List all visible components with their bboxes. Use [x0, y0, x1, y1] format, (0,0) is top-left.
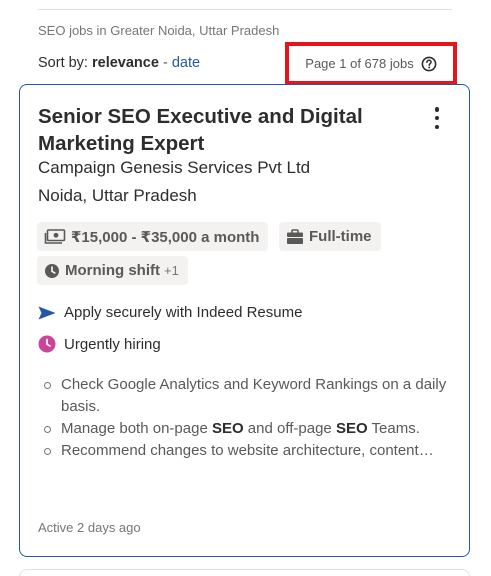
page-count: Page 1 of 678 jobs	[285, 42, 457, 85]
job-card[interactable]: Senior SEO Executive and Digital Marketi…	[19, 84, 470, 557]
snippet-item: Manage both on-page SEO and off-page SEO…	[42, 418, 452, 440]
sort-date-link[interactable]: date	[172, 55, 200, 71]
kebab-dot	[434, 115, 440, 121]
next-job-card[interactable]	[19, 569, 470, 576]
job-title[interactable]: Senior SEO Executive and Digital Marketi…	[38, 103, 408, 157]
question-circle-icon[interactable]	[421, 56, 437, 72]
snippet-item: Check Google Analytics and Keyword Ranki…	[42, 374, 452, 418]
page-count-text: Page 1 of 678 jobs	[305, 56, 414, 71]
sort-relevance: relevance	[92, 55, 159, 71]
salary-chip: ₹15,000 - ₹35,000 a month	[37, 222, 269, 251]
job-type-chip: Full-time	[279, 222, 381, 251]
urgent-feature: Urgently hiring	[38, 335, 161, 353]
money-icon	[44, 228, 66, 244]
posted-date: Active 2 days ago	[38, 520, 141, 535]
sort-label: Sort by:	[38, 55, 88, 71]
clock-badge-icon	[38, 335, 56, 353]
snippet-item: Recommend changes to website architectur…	[42, 440, 452, 462]
sort-separator: -	[162, 55, 168, 71]
company-name: Campaign Genesis Services Pvt Ltd	[38, 158, 311, 177]
clock-icon	[45, 263, 59, 278]
apply-text: Apply securely with Indeed Resume	[64, 304, 303, 321]
sort-controls: Sort by: relevance - date	[38, 55, 200, 71]
apply-feature: Apply securely with Indeed Resume	[38, 304, 302, 321]
send-arrow-icon	[38, 306, 56, 319]
salary-text: ₹15,000 - ₹35,000 a month	[71, 228, 260, 246]
top-divider	[38, 9, 452, 10]
shift-chip[interactable]: Morning shift +1	[37, 256, 188, 285]
job-snippet: Check Google Analytics and Keyword Ranki…	[42, 374, 452, 462]
urgent-text: Urgently hiring	[64, 335, 161, 353]
shift-extra-count: +1	[163, 263, 179, 278]
job-location: Noida, Uttar Pradesh	[38, 186, 197, 205]
job-type-text: Full-time	[309, 228, 372, 245]
results-subtitle: SEO jobs in Greater Noida, Uttar Pradesh	[38, 23, 280, 38]
shift-text: Morning shift	[65, 262, 160, 279]
briefcase-icon	[287, 228, 303, 244]
kebab-menu-icon[interactable]	[427, 105, 447, 131]
kebab-dot	[434, 107, 440, 112]
kebab-dot	[434, 124, 440, 129]
